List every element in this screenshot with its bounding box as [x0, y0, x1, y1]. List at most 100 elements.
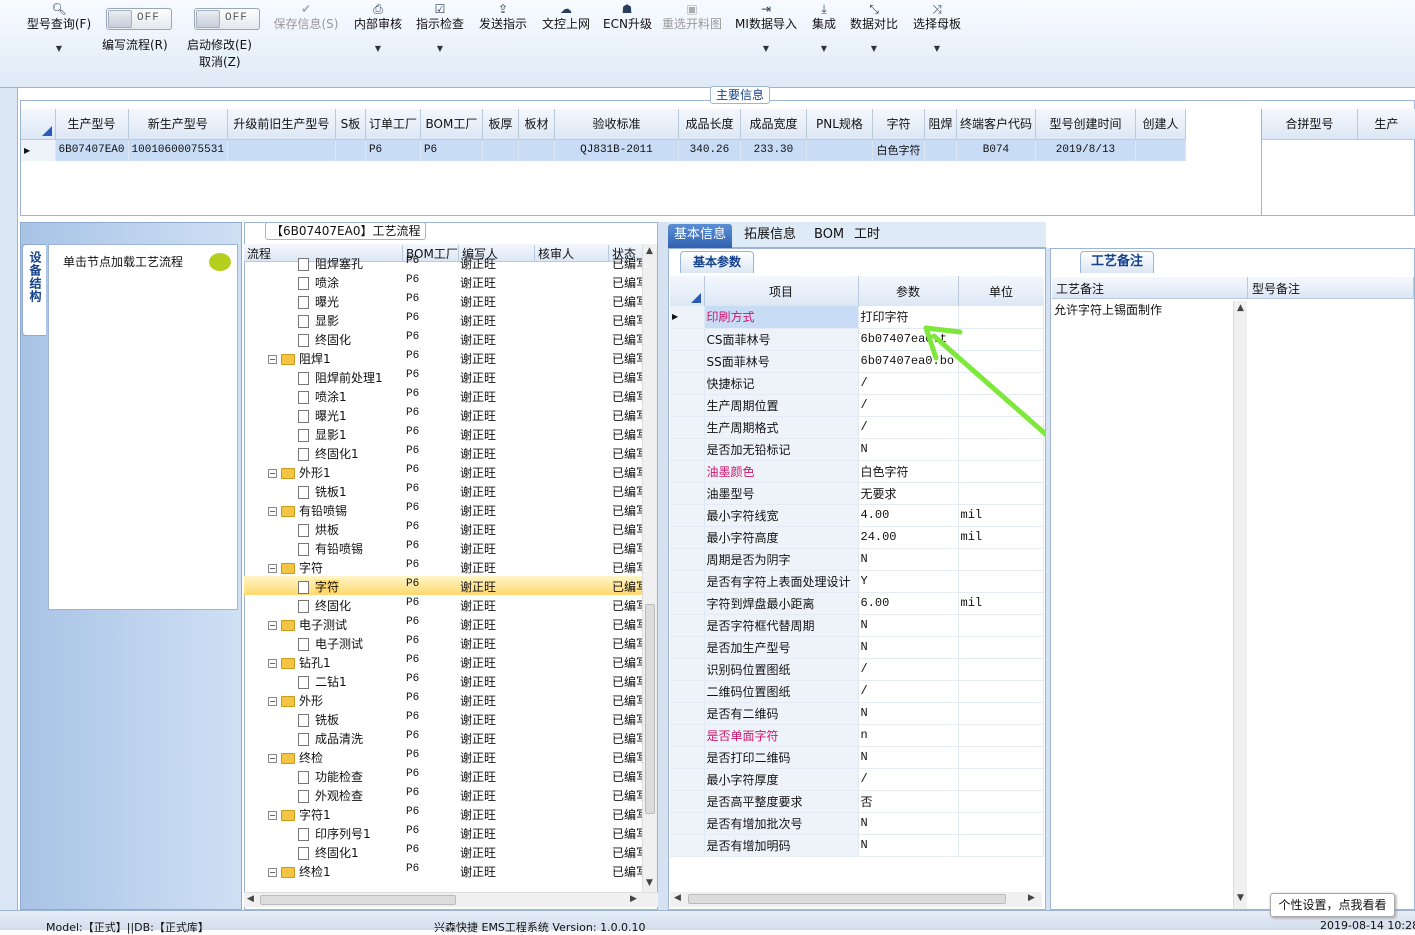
tree-node-row[interactable]: 电子测试 P6 谢正旺 已编写 [244, 633, 648, 652]
tree-node-row[interactable]: 铣板 P6 谢正旺 已编写 [244, 709, 648, 728]
tree-node-row[interactable]: 印序列号1 P6 谢正旺 已编写 [244, 823, 648, 842]
param-value[interactable]: / [858, 768, 959, 791]
reselect-cutting-button[interactable]: ▣ 重选开料图 [660, 2, 724, 32]
main-info-cell[interactable] [924, 139, 957, 161]
param-value[interactable]: n [858, 724, 959, 747]
model-query-button[interactable]: 🔍︎ 型号查询(F) ▼ [24, 2, 94, 53]
personal-settings-tooltip[interactable]: 个性设置，点我看看 [1270, 893, 1395, 917]
tree-node-row[interactable]: 终固化 P6 谢正旺 已编写 [244, 595, 648, 614]
tree-node-row[interactable]: − 终检 P6 谢正旺 已编写 [244, 747, 648, 766]
param-value[interactable]: N [858, 702, 959, 725]
param-row[interactable]: 是否高平整度要求否 [670, 790, 1044, 813]
collapse-icon[interactable]: − [268, 564, 277, 573]
main-info-cell[interactable]: 6B07407EA0 [55, 139, 129, 161]
main-info-cell[interactable] [806, 139, 873, 161]
tree-horizontal-scrollbar[interactable]: ◀ ▶ [244, 892, 658, 907]
tree-node-row[interactable]: 终固化1 P6 谢正旺 已编写 [244, 842, 648, 861]
tab-device-structure[interactable]: 设备结构 [22, 244, 46, 336]
tree-node-row[interactable]: − 字符 P6 谢正旺 已编写 [244, 557, 648, 576]
vertical-splitter[interactable] [658, 222, 668, 910]
collapse-icon[interactable]: − [268, 355, 277, 364]
param-value[interactable]: 无要求 [858, 482, 959, 505]
main-info-cell[interactable] [335, 139, 366, 161]
tree-node-row[interactable]: 字符 P6 谢正旺 已编写 [244, 576, 648, 595]
collapse-icon[interactable]: − [268, 754, 277, 763]
process-remarks-text[interactable]: 允许字符上锡面制作 [1054, 301, 1162, 318]
tree-node-row[interactable]: 显影 P6 谢正旺 已编写 [244, 310, 648, 329]
vertical-splitter[interactable] [1046, 248, 1050, 910]
integrate-button[interactable]: ⤓ 集成 ▼ [808, 2, 840, 53]
tree-node-row[interactable]: − 阻焊1 P6 谢正旺 已编写 [244, 348, 648, 367]
chat-bubble-icon[interactable] [209, 253, 231, 271]
param-row[interactable]: 是否字符框代替周期 N [670, 614, 1044, 637]
param-row[interactable]: 最小字符高度 24.00 mil [670, 526, 1044, 549]
param-row[interactable]: 字符到焊盘最小距离 6.00 mil [670, 592, 1044, 615]
instruction-check-button[interactable]: ☑ 指示检查 ▼ [414, 2, 466, 53]
main-info-cell[interactable] [1135, 139, 1186, 161]
main-info-cell[interactable]: 2019/8/13 [1035, 139, 1136, 161]
param-row[interactable]: 是否有增加批次号 N [670, 812, 1044, 835]
tree-node-row[interactable]: 喷涂 P6 谢正旺 已编写 [244, 272, 648, 291]
tree-node-row[interactable]: 功能检查 P6 谢正旺 已编写 [244, 766, 648, 785]
param-value[interactable]: / [858, 658, 959, 681]
tree-node-row[interactable]: 烘板 P6 谢正旺 已编写 [244, 519, 648, 538]
tree-node-row[interactable]: 有铅喷锡 P6 谢正旺 已编写 [244, 538, 648, 557]
collapse-icon[interactable]: − [268, 659, 277, 668]
param-value[interactable]: 否 [858, 790, 959, 813]
param-value[interactable]: N [858, 614, 959, 637]
save-info-button[interactable]: ✔ 保存信息(S) [270, 2, 342, 32]
tree-node-row[interactable]: − 有铅喷锡 P6 谢正旺 已编写 [244, 500, 648, 519]
param-value[interactable]: Y [858, 570, 959, 593]
send-instruction-button[interactable]: ⇪ 发送指示 [477, 2, 529, 32]
param-value[interactable]: N [858, 548, 959, 571]
tab-basic-params[interactable]: 基本参数 [680, 251, 755, 273]
internal-review-button[interactable]: ⎙ 内部审核 ▼ [352, 2, 404, 53]
param-row[interactable]: 是否打印二维码 N [670, 746, 1044, 769]
collapse-icon[interactable]: − [268, 697, 277, 706]
main-info-cell[interactable]: P6 [365, 139, 421, 161]
doc-online-button[interactable]: ☁ 文控上网 [540, 2, 592, 32]
main-info-cell[interactable]: P6 [420, 139, 483, 161]
tab-extended-info[interactable]: 拓展信息 [738, 224, 802, 248]
param-row[interactable]: 是否有二维码 N [670, 702, 1044, 725]
collapse-icon[interactable]: − [268, 811, 277, 820]
main-info-cell[interactable]: 340.26 [678, 139, 741, 161]
main-info-cell[interactable]: 233.30 [740, 139, 807, 161]
tab-basic-info[interactable]: 基本信息 [668, 224, 733, 248]
main-info-cell[interactable]: QJ831B-2011 [554, 139, 679, 161]
tree-node-row[interactable]: − 终检1 P6 谢正旺 已编写 [244, 861, 648, 880]
tree-node-row[interactable]: − 外形1 P6 谢正旺 已编写 [244, 462, 648, 481]
ecn-upgrade-button[interactable]: ☗ ECN升级 [603, 2, 652, 32]
param-value[interactable]: 4.00 [858, 504, 959, 527]
param-row[interactable]: 最小字符线宽 4.00 mil [670, 504, 1044, 527]
param-row[interactable]: 油墨型号 无要求 [670, 482, 1044, 505]
tab-work-hours[interactable]: 工时 [848, 224, 886, 248]
table-row[interactable]: ▶ 6B07407EA0 10010600075531 P6 P6 QJ831B-2011… [21, 139, 1186, 161]
main-info-cell[interactable] [482, 139, 519, 161]
collapse-icon[interactable]: − [268, 507, 277, 516]
remarks-scrollbar[interactable]: ▲ ▼ [1233, 301, 1247, 909]
tab-process-remarks[interactable]: 工艺备注 [1080, 251, 1155, 273]
main-info-cell[interactable] [518, 139, 555, 161]
select-motherboard-button[interactable]: ⤨ 选择母板 ▼ [911, 2, 963, 53]
collapse-icon[interactable]: − [268, 469, 277, 478]
mi-import-button[interactable]: ⇥ MI数据导入 ▼ [734, 2, 798, 53]
tab-bom[interactable]: BOM [808, 224, 850, 248]
tree-node-row[interactable]: 阻焊前处理1 P6 谢正旺 已编写 [244, 367, 648, 386]
param-value[interactable]: N [858, 834, 959, 857]
tree-node-row[interactable]: 终固化 P6 谢正旺 已编写 [244, 329, 648, 348]
tree-node-row[interactable]: 曝光 P6 谢正旺 已编写 [244, 291, 648, 310]
param-row[interactable]: 周期是否为阴字 N [670, 548, 1044, 571]
main-info-cell[interactable]: B074 [956, 139, 1036, 161]
param-value[interactable]: 6.00 [858, 592, 959, 615]
tree-node-row[interactable]: − 钻孔1 P6 谢正旺 已编写 [244, 652, 648, 671]
param-value[interactable]: N [858, 812, 959, 835]
param-row[interactable]: 识别码位置图纸 / [670, 658, 1044, 681]
collapse-icon[interactable]: − [268, 621, 277, 630]
main-info-cell[interactable]: 白色字符 [872, 139, 925, 161]
param-value[interactable]: N [858, 636, 959, 659]
tree-node-row[interactable]: 显影1 P6 谢正旺 已编写 [244, 424, 648, 443]
param-row[interactable]: 最小字符厚度 / [670, 768, 1044, 791]
tree-node-row[interactable]: 二钻1 P6 谢正旺 已编写 [244, 671, 648, 690]
param-row[interactable]: 二维码位置图纸 / [670, 680, 1044, 703]
